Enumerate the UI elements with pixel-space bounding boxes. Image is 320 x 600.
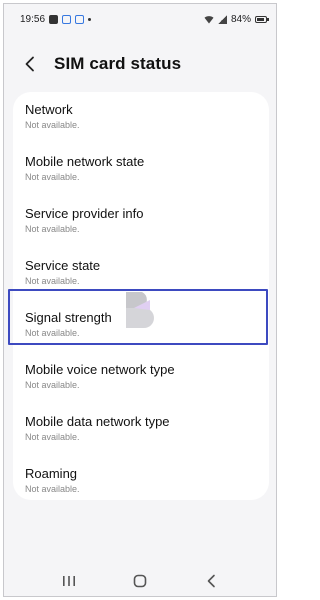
battery-percent: 84% [230, 13, 251, 25]
calendar-notification-icon [75, 14, 85, 24]
list-item-mobile-voice-network-type[interactable]: Mobile voice network type Not available. [13, 352, 269, 404]
watermark-logo-icon [126, 292, 154, 328]
battery-icon [255, 15, 269, 23]
item-value: Not available. [25, 276, 80, 286]
list-item-mobile-data-network-type[interactable]: Mobile data network type Not available. [13, 404, 269, 456]
app-notification-icon [62, 14, 72, 24]
phone-screen: 19:56 84% SIM card status Network Not av… [3, 3, 277, 597]
item-label: Service provider info [25, 206, 144, 221]
item-value: Not available. [25, 432, 80, 442]
status-bar-right: 84% [204, 13, 269, 25]
item-label: Mobile network state [25, 154, 145, 169]
navigation-bar [4, 564, 276, 596]
status-bar-left: 19:56 [20, 13, 92, 25]
recents-icon[interactable] [57, 569, 81, 593]
gallery-notification-icon [49, 14, 59, 24]
home-icon[interactable] [128, 569, 152, 593]
back-arrow-icon[interactable] [20, 54, 40, 74]
status-time: 19:56 [20, 13, 46, 25]
item-value: Not available. [25, 120, 80, 130]
item-value: Not available. [25, 172, 80, 182]
item-label: Service state [25, 258, 101, 273]
item-label: Mobile data network type [25, 414, 170, 429]
more-notifications-icon [88, 17, 92, 21]
status-bar: 19:56 84% [4, 4, 276, 34]
list-item-network[interactable]: Network Not available. [13, 92, 269, 144]
signal-icon [217, 14, 227, 24]
page-title: SIM card status [54, 54, 182, 73]
header: SIM card status [4, 46, 276, 82]
item-value: Not available. [25, 380, 80, 390]
item-label: Network [25, 102, 73, 117]
item-value: Not available. [25, 484, 80, 494]
back-nav-icon[interactable] [199, 569, 223, 593]
item-value: Not available. [25, 224, 80, 234]
list-item-mobile-network-state[interactable]: Mobile network state Not available. [13, 144, 269, 196]
wifi-icon [204, 15, 214, 23]
list-item-service-provider-info[interactable]: Service provider info Not available. [13, 196, 269, 248]
list-item-roaming[interactable]: Roaming Not available. [13, 456, 269, 500]
item-label: Roaming [25, 466, 78, 481]
item-label: Mobile voice network type [25, 362, 175, 377]
